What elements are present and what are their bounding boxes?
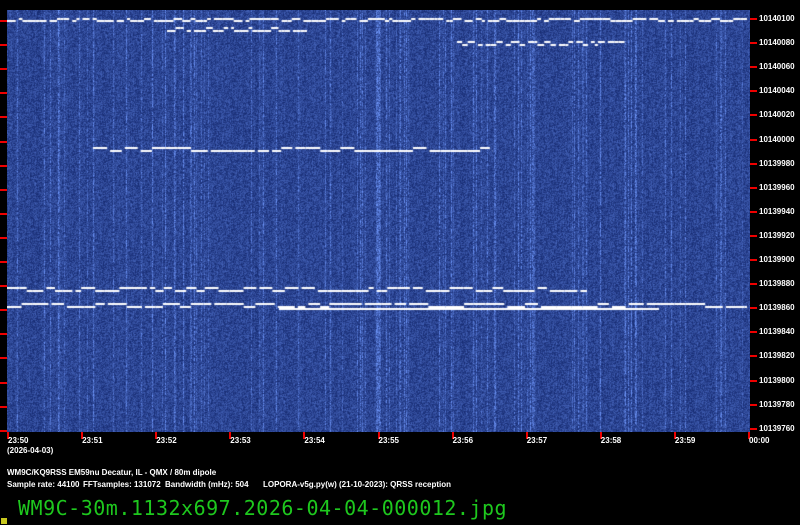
freq-tick-left	[0, 212, 7, 215]
freq-label: 10140100	[759, 14, 795, 23]
waterfall-spectrogram	[7, 10, 750, 432]
time-label: 23:55	[378, 436, 399, 445]
freq-label: 10139940	[759, 206, 795, 216]
freq-tick-left	[0, 44, 7, 47]
freq-tick-left	[0, 236, 7, 239]
freq-tick-left	[0, 309, 7, 312]
freq-label: 10140060	[759, 62, 795, 72]
freq-tick-left	[0, 429, 7, 432]
time-label: 23:54	[304, 436, 325, 445]
freq-tick-left	[0, 333, 7, 336]
time-label: 00:00	[749, 436, 770, 445]
freq-tick-left	[0, 381, 7, 384]
freq-tick	[750, 283, 757, 286]
freq-tick	[750, 162, 757, 165]
freq-tick	[750, 234, 757, 237]
freq-label: 10139840	[759, 327, 795, 337]
software-info: LOPORA-v5g.py(w) (21-10-2023): QRSS rece…	[263, 480, 452, 489]
freq-tick	[750, 331, 757, 334]
freq-tick	[750, 90, 757, 93]
time-label: 23:58	[600, 436, 622, 445]
freq-label: 10139960	[759, 182, 795, 192]
freq-label: 10140000	[759, 134, 795, 144]
filename-caption: WM9C-30m.1132x697.2026-04-04-000012.jpg	[18, 496, 508, 520]
bandwidth: Bandwidth (mHz): 504	[165, 480, 249, 489]
freq-tick	[750, 427, 757, 430]
time-label: 23:50	[8, 436, 29, 445]
freq-label: 10140040	[759, 86, 795, 96]
time-label: 23:59	[674, 436, 696, 445]
freq-tick	[750, 18, 757, 20]
freq-tick	[750, 114, 757, 117]
fft-samples: FFTsamples: 131072	[83, 480, 161, 489]
freq-tick	[750, 42, 757, 45]
freq-label: 10139920	[759, 230, 795, 240]
freq-tick-left	[0, 261, 7, 263]
freq-tick-left	[0, 357, 7, 360]
freq-tick-left	[0, 405, 7, 408]
freq-tick	[750, 259, 757, 261]
freq-tick	[750, 307, 757, 310]
time-label: 23:52	[156, 436, 177, 445]
date-label: (2026-04-03)	[7, 446, 54, 455]
freq-tick-left	[0, 20, 7, 22]
freq-label: 10139900	[759, 255, 795, 264]
freq-tick-left	[0, 140, 7, 143]
time-label: 23:51	[82, 436, 103, 445]
freq-tick	[750, 138, 757, 141]
freq-tick-left	[0, 116, 7, 119]
freq-tick	[750, 186, 757, 189]
time-label: 23:53	[230, 436, 251, 445]
time-label: 23:56	[452, 436, 474, 445]
freq-label: 10139980	[759, 158, 795, 168]
freq-label: 10139800	[759, 375, 795, 385]
freq-label: 10140020	[759, 110, 795, 120]
freq-tick-left	[0, 68, 7, 71]
freq-tick	[750, 210, 757, 213]
freq-label: 10139760	[759, 423, 795, 433]
corner-marker	[1, 518, 7, 524]
freq-label: 10139780	[759, 399, 795, 409]
freq-tick	[750, 66, 757, 69]
freq-tick	[750, 403, 757, 406]
freq-label: 10139880	[759, 279, 795, 289]
freq-tick-left	[0, 188, 7, 191]
freq-tick	[750, 379, 757, 382]
freq-label: 10139860	[759, 303, 795, 313]
freq-tick-left	[0, 92, 7, 95]
time-label: 23:57	[526, 436, 548, 445]
freq-tick-left	[0, 285, 7, 288]
station-info: WM9C/KQ9RSS EM59nu Decatur, IL - QMX / 8…	[7, 468, 217, 477]
sample-rate: Sample rate: 44100	[7, 480, 80, 489]
freq-tick-left	[0, 164, 7, 167]
freq-tick	[750, 355, 757, 358]
freq-label: 10139820	[759, 351, 795, 361]
freq-label: 10140080	[759, 38, 795, 48]
